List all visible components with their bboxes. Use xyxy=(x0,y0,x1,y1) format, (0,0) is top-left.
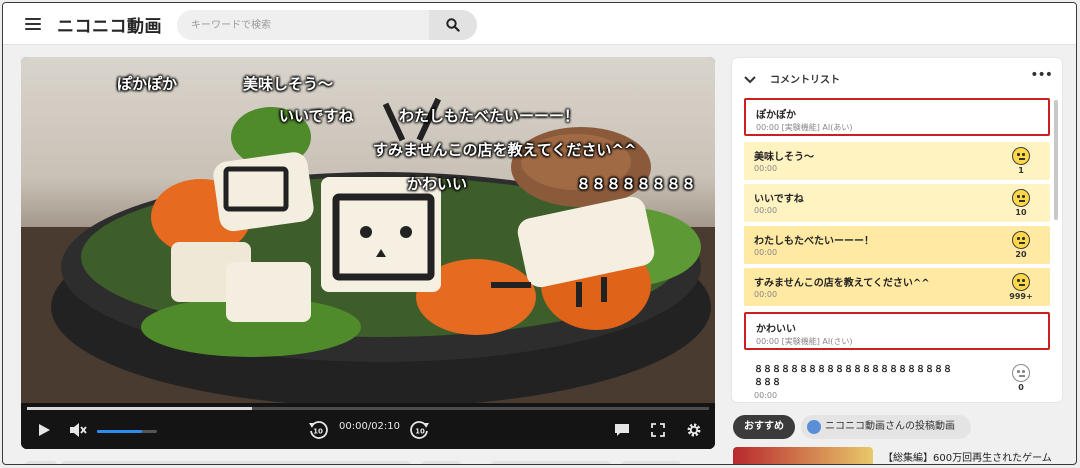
below-player-row xyxy=(21,461,715,464)
comment-meta: 00:00 xyxy=(754,164,778,173)
search-button[interactable] xyxy=(429,10,477,40)
hamburger-menu-icon[interactable] xyxy=(23,15,43,33)
danmaku-comment: ８８８８８８８８ xyxy=(576,175,697,193)
comment-text: ８８８８８８８８８８８８８８８８８８８８８８ xyxy=(754,365,953,375)
tab-uploads-label: ニコニコ動画さんの投稿動画 xyxy=(825,421,955,432)
more-options-button[interactable]: ••• xyxy=(1030,67,1053,83)
danmaku-comment: わたしもたべたいーーー！ xyxy=(399,107,580,125)
nicoru-count: 0 xyxy=(1018,383,1024,392)
player-controls: 10 00:00/02:10 10 xyxy=(21,403,715,449)
gear-icon xyxy=(687,423,701,437)
play-icon xyxy=(39,424,50,436)
video-scene xyxy=(21,97,715,405)
danmaku-comment: 美味しそう〜 xyxy=(243,75,334,93)
comment-text: すみませんこの店を教えてください^^ xyxy=(754,278,930,289)
below-player-item[interactable] xyxy=(621,461,681,464)
nicoru-count: 10 xyxy=(1015,208,1027,217)
danmaku-comment: ぽかぽか xyxy=(117,75,178,93)
below-player-item[interactable] xyxy=(421,461,461,464)
comment-list-scrollbar[interactable] xyxy=(1054,100,1058,220)
nicoru-button[interactable]: 20 xyxy=(1008,231,1034,259)
panel-header: コメントリスト ••• xyxy=(732,58,1062,96)
comment-icon xyxy=(615,424,629,436)
tab-uploads[interactable]: ニコニコ動画さんの投稿動画 xyxy=(801,415,971,439)
comment-meta: 00:00 [実験機能] AI(さい) xyxy=(756,337,853,346)
fullscreen-button[interactable] xyxy=(647,419,669,441)
panel-title: コメントリスト xyxy=(770,75,840,86)
comment-text: いいですね xyxy=(754,194,804,205)
recommended-video-title[interactable]: 【総集編】600万回再生されたゲーム xyxy=(883,449,1052,464)
below-player-item[interactable] xyxy=(491,461,611,464)
comment-text: わたしもたべたいーーー！ xyxy=(754,236,874,247)
rewind-10-button[interactable]: 10 xyxy=(307,419,329,441)
danmaku-comment: すみませんこの店を教えてください^^ xyxy=(373,141,637,159)
app-window: ニコニコ動画 キーワードで検索 ぽかぽか 美味しそう〜 いいですね わたしもたべ… xyxy=(2,2,1077,465)
comment-text-line2: ８８８ xyxy=(754,378,782,388)
top-header: ニコニコ動画 xyxy=(3,3,1076,45)
comment-item-ai[interactable]: かわいい 00:00 [実験機能] AI(さい) xyxy=(744,312,1050,350)
comment-meta: 00:00 [実験機能] AI(あい) xyxy=(756,123,853,132)
svg-text:10: 10 xyxy=(313,428,323,436)
comment-item[interactable]: わたしもたべたいーーー！ 00:00 20 xyxy=(744,226,1050,264)
nicoru-count: 1 xyxy=(1018,166,1024,175)
tab-recommend[interactable]: おすすめ xyxy=(733,415,795,439)
comment-text: かわいい xyxy=(756,324,796,335)
danmaku-comment: いいですね xyxy=(279,107,354,125)
video-player[interactable]: ぽかぽか 美味しそう〜 いいですね わたしもたべたいーーー！ すみませんこの店を… xyxy=(21,57,715,449)
fullscreen-icon xyxy=(651,423,665,437)
nicoru-icon xyxy=(1012,231,1030,249)
recommended-video-thumbnail[interactable] xyxy=(733,447,873,464)
search-input[interactable] xyxy=(177,10,429,40)
collapse-button[interactable] xyxy=(744,70,756,89)
comment-list-panel: コメントリスト ••• ぽかぽか 00:00 [実験機能] AI(あい) 美味し… xyxy=(731,57,1063,403)
settings-button[interactable] xyxy=(683,419,705,441)
volume-slider[interactable] xyxy=(97,430,157,433)
video-frame[interactable]: ぽかぽか 美味しそう〜 いいですね わたしもたべたいーーー！ すみませんこの店を… xyxy=(21,57,715,405)
nicoru-icon xyxy=(1012,189,1030,207)
comment-item[interactable]: 美味しそう〜 00:00 1 xyxy=(744,142,1050,180)
seek-buffered xyxy=(27,407,253,410)
comment-item[interactable]: ８８８８８８８８８８８８８８８８８８８８８８ ８８８ 00:00 0 xyxy=(744,356,1050,402)
comment-text: 美味しそう〜 xyxy=(754,152,814,163)
nicoru-button[interactable]: 0 xyxy=(1008,364,1034,392)
play-button[interactable] xyxy=(33,419,55,441)
rewind-10-icon: 10 xyxy=(309,421,328,439)
nicoru-icon xyxy=(1012,273,1030,291)
time-display: 00:00/02:10 xyxy=(339,421,401,432)
nicoru-count: 999+ xyxy=(1009,292,1033,301)
below-player-item[interactable] xyxy=(61,461,411,464)
search-icon xyxy=(446,18,460,32)
danmaku-comment: かわいい xyxy=(407,175,468,193)
nicoru-button[interactable]: 999+ xyxy=(1008,273,1034,301)
site-logo[interactable]: ニコニコ動画 xyxy=(57,12,162,37)
channel-avatar-icon xyxy=(807,420,821,434)
nicoru-button[interactable]: 10 xyxy=(1008,189,1034,217)
svg-text:10: 10 xyxy=(415,428,425,436)
search-box xyxy=(177,10,477,40)
comment-meta: 00:00 xyxy=(754,206,778,215)
comment-item-ai[interactable]: ぽかぽか 00:00 [実験機能] AI(あい) xyxy=(744,98,1050,136)
nicoru-count: 20 xyxy=(1015,250,1027,259)
volume-level xyxy=(97,430,142,433)
comment-meta: 00:00 xyxy=(754,248,778,257)
comment-toggle-button[interactable] xyxy=(611,419,633,441)
comment-meta: 00:00 xyxy=(754,290,778,299)
below-player-item[interactable] xyxy=(25,461,57,464)
comment-item[interactable]: いいですね 00:00 10 xyxy=(744,184,1050,222)
seek-bar[interactable] xyxy=(27,407,709,410)
comment-item[interactable]: すみませんこの店を教えてください^^ 00:00 999+ xyxy=(744,268,1050,306)
volume-muted-icon xyxy=(70,423,87,437)
forward-10-icon: 10 xyxy=(410,421,429,439)
nicoru-icon xyxy=(1012,364,1030,382)
chevron-down-icon xyxy=(744,76,756,84)
comment-text: ぽかぽか xyxy=(756,110,796,121)
forward-10-button[interactable]: 10 xyxy=(409,419,431,441)
mute-button[interactable] xyxy=(67,419,89,441)
nicoru-button[interactable]: 1 xyxy=(1008,147,1034,175)
comment-meta: 00:00 xyxy=(754,391,778,400)
nicoru-icon xyxy=(1012,147,1030,165)
